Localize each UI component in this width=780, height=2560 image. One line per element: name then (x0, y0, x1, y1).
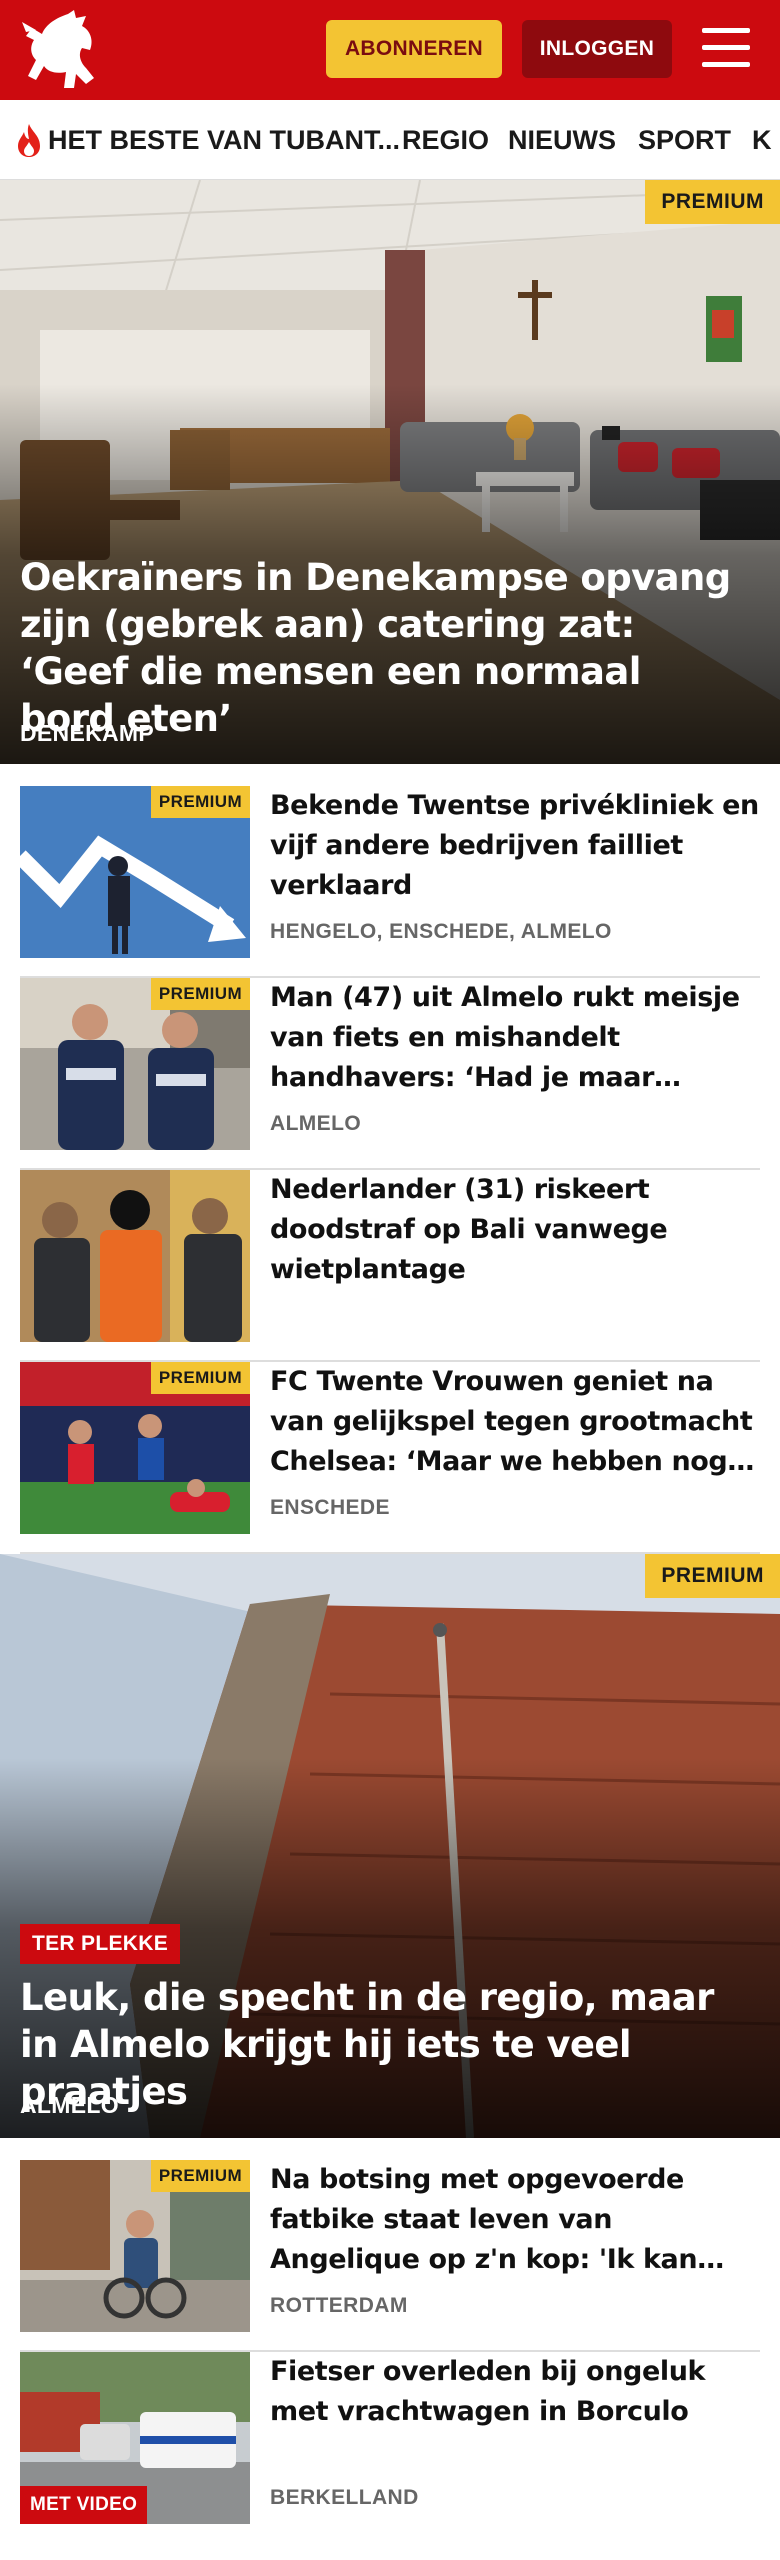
hero-headline[interactable]: Leuk, die specht in de regio, maar in Al… (20, 1974, 744, 2115)
flame-icon (18, 124, 40, 157)
article-thumbnail: MET VIDEO (20, 2352, 250, 2524)
subscribe-button[interactable]: ABONNEREN (326, 20, 502, 78)
login-button[interactable]: INLOGGEN (522, 20, 672, 78)
article-headline[interactable]: FC Twente Vrouwen geniet na van gelijksp… (270, 1362, 760, 1482)
article-headline[interactable]: Bekende Twentse privékliniek en vijf and… (270, 786, 760, 906)
hero-headline[interactable]: Oekraïners in Denekampse opvang zijn (ge… (20, 554, 744, 742)
article-headline[interactable]: Nederlander (31) riskeert doodstraf op B… (270, 1170, 760, 1290)
section-nav: HET BESTE VAN TUBANT... REGIO NIEUWS SPO… (0, 100, 780, 180)
hero-article[interactable]: PREMIUM Oekraïners in Denekampse opvang … (0, 180, 780, 764)
video-tag: MET VIDEO (20, 2486, 148, 2524)
article-location: ENSCHEDE (270, 1496, 390, 1519)
nav-item-regio[interactable]: REGIO (402, 122, 489, 158)
article-thumbnail: PREMIUM (20, 786, 250, 958)
article-location: ROTTERDAM (270, 2294, 408, 2317)
premium-badge: PREMIUM (150, 2160, 250, 2192)
article-location: ALMELO (270, 1112, 362, 1135)
premium-badge: PREMIUM (150, 1362, 250, 1394)
article-thumbnail (20, 1170, 250, 1342)
hero-location: DENEKAMP (20, 720, 155, 746)
hamburger-menu-icon[interactable] (696, 24, 756, 72)
list-item[interactable]: MET VIDEO Fietser overleden bij ongeluk … (20, 2352, 760, 2544)
article-thumbnail: PREMIUM (20, 978, 250, 1150)
premium-badge: PREMIUM (645, 180, 780, 224)
article-headline[interactable]: Man (47) uit Almelo rukt meisje van fiet… (270, 978, 760, 1098)
horse-logo-icon[interactable] (16, 8, 106, 94)
premium-badge: PREMIUM (645, 1554, 780, 1598)
article-headline[interactable]: Na botsing met opgevoerde fatbike staat … (270, 2160, 760, 2280)
article-location: HENGELO, ENSCHEDE, ALMELO (270, 920, 612, 943)
nav-item-best-of-tubantia[interactable]: HET BESTE VAN TUBANT... (48, 122, 400, 158)
hero-location: ALMELO (20, 2092, 119, 2118)
nav-item-nieuws[interactable]: NIEUWS (508, 122, 616, 158)
ter-plekke-tag: TER PLEKKE (20, 1924, 181, 1964)
list-item[interactable]: PREMIUM Na botsing met opgevoerde fatbik… (20, 2160, 760, 2352)
list-item[interactable]: PREMIUM FC Twente Vrouwen geniet na van … (20, 1362, 760, 1554)
premium-badge: PREMIUM (150, 786, 250, 818)
list-item[interactable]: PREMIUM Bekende Twentse privékliniek en … (20, 786, 760, 978)
nav-item-more[interactable]: K (752, 122, 772, 158)
premium-badge: PREMIUM (150, 978, 250, 1010)
list-item[interactable]: PREMIUM Man (47) uit Almelo rukt meisje … (20, 978, 760, 1170)
top-bar: ABONNEREN INLOGGEN (0, 0, 780, 100)
article-thumbnail: PREMIUM (20, 2160, 250, 2332)
article-thumbnail: PREMIUM (20, 1362, 250, 1534)
article-headline[interactable]: Fietser overleden bij ongeluk met vracht… (270, 2352, 760, 2432)
article-location: BERKELLAND (270, 2486, 419, 2509)
hero-article[interactable]: PREMIUM TER PLEKKE Leuk, die specht in d… (0, 1554, 780, 2138)
nav-item-sport[interactable]: SPORT (638, 122, 731, 158)
list-item[interactable]: Nederlander (31) riskeert doodstraf op B… (20, 1170, 760, 1362)
